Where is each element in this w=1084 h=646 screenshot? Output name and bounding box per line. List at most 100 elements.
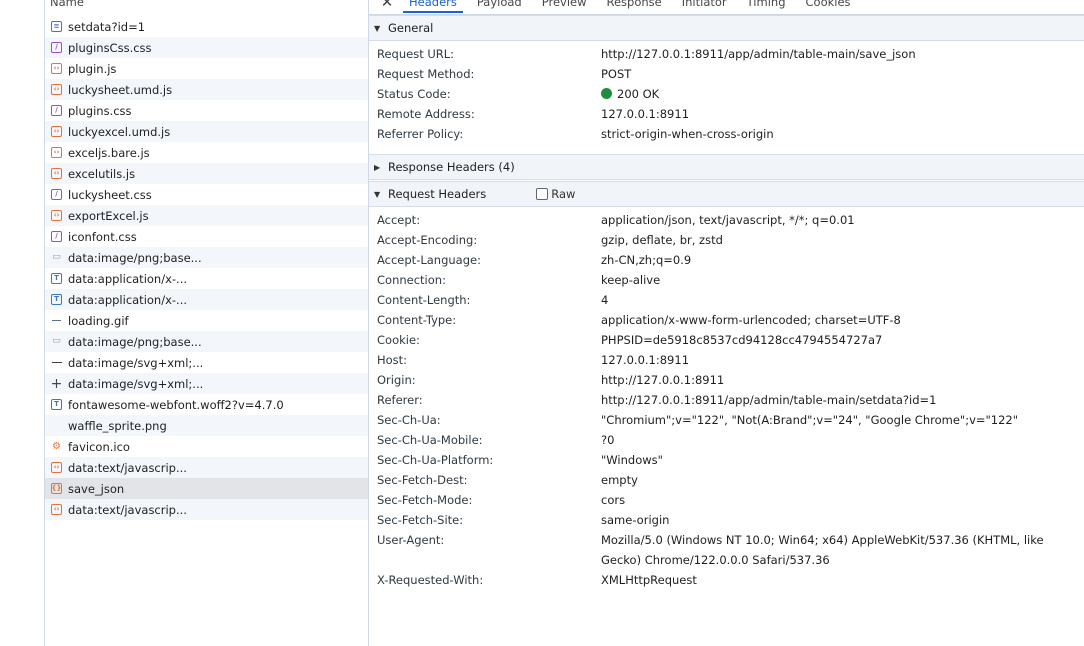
request-name: luckysheet.umd.js (68, 82, 173, 97)
header-row: Sec-Fetch-Site: same-origin (377, 510, 1077, 530)
tab-payload[interactable]: Payload (477, 0, 522, 9)
request-row[interactable]: Tfontawesome-webfont.woff2?v=4.7.0 (45, 394, 368, 415)
header-row: Connection: keep-alive (377, 270, 1077, 290)
request-row[interactable]: ∕ plugins.css (45, 100, 368, 121)
request-name: fontawesome-webfont.woff2?v=4.7.0 (68, 397, 284, 412)
request-row[interactable]: ≡ setdata?id=1 (45, 16, 368, 37)
header-value[interactable]: Mozilla/5.0 (Windows NT 10.0; Win64; x64… (601, 530, 1071, 570)
header-key: Sec-Ch-Ua-Platform: (377, 453, 494, 467)
request-row[interactable]: ▭ data:image/png;base... (45, 247, 368, 268)
raw-checkbox[interactable] (536, 188, 549, 200)
header-value[interactable]: POST (601, 67, 631, 81)
request-row[interactable]: loading.gif (45, 310, 368, 331)
fetch-icon: {} (51, 483, 62, 494)
tab-response[interactable]: Response (607, 0, 662, 9)
header-value[interactable]: http://127.0.0.1:8911 (601, 373, 724, 387)
header-row: X-Requested-With: XMLHttpRequest (377, 570, 1077, 590)
request-row[interactable]: ∕ luckysheet.css (45, 184, 368, 205)
header-key: Request Method: (377, 67, 475, 81)
plus-icon: + (50, 375, 63, 392)
css-icon: ∕ (51, 189, 62, 200)
request-row[interactable]: data:image/svg+xml;... (45, 352, 368, 373)
close-icon[interactable]: ✕ (379, 0, 395, 11)
header-value[interactable]: http://127.0.0.1:8911/app/admin/table-ma… (601, 47, 916, 61)
request-row[interactable]: ▭ data:image/png;base... (45, 331, 368, 352)
general-section-header[interactable]: ▼ General (369, 15, 1084, 41)
header-value[interactable]: 4 (601, 293, 608, 307)
request-row[interactable]: ⚙ favicon.ico (45, 436, 368, 457)
header-key: Sec-Fetch-Mode: (377, 493, 473, 507)
name-column-header[interactable]: Name (45, 0, 368, 10)
header-row: Sec-Ch-Ua-Platform: "Windows" (377, 450, 1077, 470)
request-row[interactable]: ‹› luckysheet.umd.js (45, 79, 368, 100)
request-name: luckysheet.css (68, 187, 152, 202)
request-headers-title: Request Headers (388, 187, 487, 201)
header-value[interactable]: gzip, deflate, br, zstd (601, 233, 723, 247)
header-key: Sec-Ch-Ua: (377, 413, 441, 427)
request-row[interactable]: Tdata:application/x-... (45, 289, 368, 310)
gif-icon (51, 315, 62, 326)
header-value[interactable]: application/x-www-form-urlencoded; chars… (601, 313, 901, 327)
header-key: Sec-Fetch-Site: (377, 513, 464, 527)
request-row[interactable]: ‹› exportExcel.js (45, 205, 368, 226)
header-value[interactable]: http://127.0.0.1:8911/app/admin/table-ma… (601, 393, 936, 407)
request-row[interactable]: + data:image/svg+xml;... (45, 373, 368, 394)
header-value[interactable]: "Windows" (601, 453, 663, 467)
request-row[interactable]: ‹› luckyexcel.umd.js (45, 121, 368, 142)
request-name: waffle_sprite.png (68, 418, 167, 433)
header-key: User-Agent: (377, 533, 445, 547)
header-value[interactable]: 127.0.0.1:8911 (601, 353, 689, 367)
request-name: data:text/javascrip... (68, 502, 187, 517)
tab-initiator[interactable]: Initiator (682, 0, 727, 9)
header-value[interactable]: strict-origin-when-cross-origin (601, 127, 774, 141)
header-row: Sec-Ch-Ua: "Chromium";v="122", "Not(A:Bra… (377, 410, 1077, 430)
header-key: Origin: (377, 373, 416, 387)
request-row[interactable]: Tdata:application/x-... (45, 268, 368, 289)
request-row[interactable]: ‹› data:text/javascrip... (45, 499, 368, 520)
request-row[interactable]: ‹› exceljs.bare.js (45, 142, 368, 163)
request-row[interactable]: ∕ iconfont.css (45, 226, 368, 247)
image-icon: ▭ (52, 252, 61, 262)
header-value[interactable]: ?0 (601, 433, 614, 447)
header-value[interactable]: application/json, text/javascript, */*; … (601, 213, 855, 227)
tab-preview[interactable]: Preview (542, 0, 587, 9)
header-key: Cookie: (377, 333, 420, 347)
header-value[interactable]: 127.0.0.1:8911 (601, 107, 689, 121)
request-row[interactable]: ‹› excelutils.js (45, 163, 368, 184)
raw-toggle[interactable]: Raw (536, 187, 575, 201)
status-dot-icon (601, 88, 612, 99)
header-value[interactable]: empty (601, 473, 638, 487)
header-value[interactable]: same-origin (601, 513, 669, 527)
request-name: data:image/svg+xml;... (68, 355, 204, 370)
header-row: Request Method: POST (377, 64, 1077, 84)
request-headers-section-header[interactable]: ▼ Request Headers Raw (369, 181, 1084, 207)
request-row[interactable]: ‹› data:text/javascrip... (45, 457, 368, 478)
header-key: Connection: (377, 273, 446, 287)
header-value[interactable]: "Chromium";v="122", "Not(A:Brand";v="24"… (601, 413, 1018, 427)
request-name: excelutils.js (68, 166, 136, 181)
request-row[interactable]: ∕ pluginsCss.css (45, 37, 368, 58)
header-value[interactable]: cors (601, 493, 625, 507)
header-key: Referer: (377, 393, 423, 407)
header-key: Content-Length: (377, 293, 471, 307)
header-value[interactable]: XMLHttpRequest (601, 573, 697, 587)
response-headers-section-header[interactable]: ▶ Response Headers (4) (369, 154, 1084, 180)
tab-cookies[interactable]: Cookies (806, 0, 851, 9)
request-name: favicon.ico (68, 439, 130, 454)
header-key: Accept-Language: (377, 253, 481, 267)
header-key: Request URL: (377, 47, 455, 61)
header-value[interactable]: keep-alive (601, 273, 660, 287)
css-icon: ∕ (51, 231, 62, 242)
status-text: 200 OK (617, 87, 660, 101)
header-value[interactable]: 200 OK (601, 87, 659, 101)
font-icon: T (51, 273, 62, 284)
request-row[interactable]: {} save_json (45, 478, 368, 499)
request-row[interactable]: ‹› plugin.js (45, 58, 368, 79)
tab-headers[interactable]: Headers (403, 0, 463, 13)
tab-timing[interactable]: Timing (747, 0, 786, 9)
css-icon: ∕ (51, 42, 62, 53)
header-row: Status Code: 200 OK (377, 84, 1077, 104)
header-value[interactable]: zh-CN,zh;q=0.9 (601, 253, 691, 267)
request-row[interactable]: waffle_sprite.png (45, 415, 368, 436)
header-value[interactable]: PHPSID=de5918c8537cd94128cc4794554727a7 (601, 333, 882, 347)
